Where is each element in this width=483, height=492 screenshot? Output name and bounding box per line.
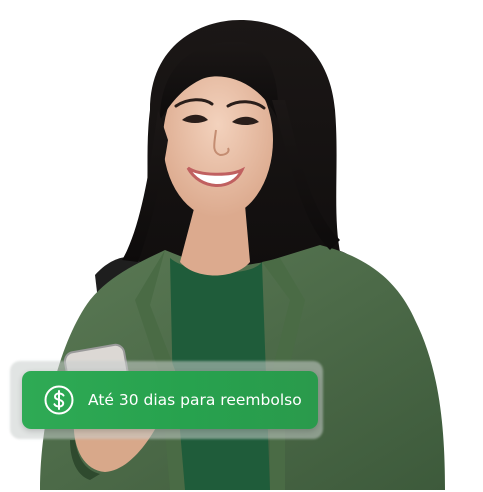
refund-promo-card: Até 30 dias para reembolso <box>0 0 483 492</box>
refund-badge-text: Até 30 dias para reembolso <box>88 391 302 409</box>
dollar-circle-icon <box>44 385 74 415</box>
refund-badge: Até 30 dias para reembolso <box>22 371 318 429</box>
